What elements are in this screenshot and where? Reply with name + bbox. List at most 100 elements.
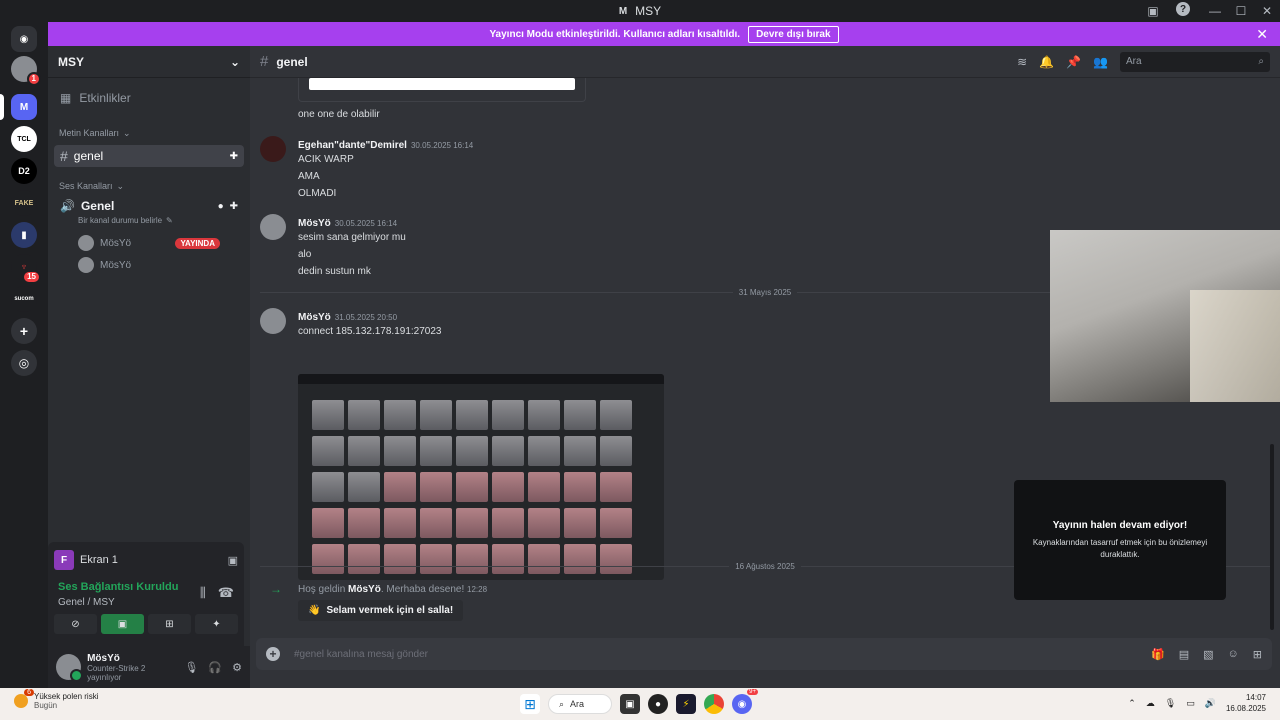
item-thumb <box>600 436 632 466</box>
task-view-icon[interactable]: ▣ <box>620 694 640 714</box>
bell-icon[interactable]: 🔔 <box>1039 55 1054 69</box>
add-server-icon[interactable]: + <box>11 318 37 344</box>
weather-widget[interactable]: 6 Yüksek polen riski Bugün <box>14 689 98 710</box>
avatar[interactable] <box>260 136 286 162</box>
message-author[interactable]: Egehan"dante"Demirel <box>298 140 407 151</box>
voice-status[interactable]: Bir kanal durumu belirle ✎ <box>48 216 250 225</box>
message-timestamp: 30.05.2025 16:14 <box>410 141 474 150</box>
network-icon[interactable]: ▭ <box>1186 698 1195 709</box>
stream-paused-heading: Yayının halen devam ediyor! <box>1052 519 1188 531</box>
avatar[interactable] <box>260 214 286 240</box>
activity-button[interactable]: ⊞ <box>148 614 191 634</box>
server-icon-sucom[interactable]: sucom <box>11 286 37 312</box>
item-thumb <box>348 472 380 502</box>
stream-paused-overlay[interactable]: Yayının halen devam ediyor! Kaynaklarınd… <box>1014 480 1226 600</box>
microphone-icon[interactable]: 🎙 <box>184 661 198 674</box>
chrome-icon[interactable] <box>704 694 724 714</box>
gear-icon[interactable]: ⚙ <box>232 661 242 674</box>
item-thumb <box>492 400 524 430</box>
discord-home-icon[interactable]: ◉ <box>11 26 37 52</box>
inbox-icon[interactable]: ▣ <box>1144 2 1162 20</box>
channel-title: genel <box>276 54 308 69</box>
add-member-icon[interactable]: ✚ <box>230 151 238 162</box>
mic-tray-icon[interactable]: 🎙 <box>1165 698 1176 709</box>
discord-taskbar-icon[interactable]: ◉ 9+ <box>732 689 758 714</box>
server-icon-1[interactable]: 1 <box>11 56 41 86</box>
wave-button[interactable]: 👋 Selam vermek için el salla! <box>298 600 464 621</box>
scrollbar[interactable] <box>1270 444 1274 630</box>
server-header[interactable]: MSY ⌄ <box>48 46 250 78</box>
message-author[interactable]: MösYö <box>298 312 331 323</box>
help-icon[interactable]: ? <box>1176 2 1190 16</box>
message-text: alo <box>298 249 312 260</box>
server-icon-tardis[interactable]: ▮ <box>11 222 37 248</box>
headphones-icon[interactable]: 🎧 <box>208 661 222 674</box>
disable-streamer-mode-button[interactable]: Devre dışı bırak <box>748 25 839 43</box>
banner-close-icon[interactable]: ✕ <box>1256 26 1268 43</box>
apps-icon[interactable]: ⊞ <box>1253 648 1262 661</box>
clock[interactable]: 14:07 16.08.2025 <box>1226 692 1266 714</box>
avatar[interactable] <box>260 308 286 334</box>
message-author[interactable]: MösYö <box>298 218 331 229</box>
volume-icon[interactable]: 🔊 <box>1205 698 1216 709</box>
server-icon-tcl[interactable]: TCL <box>11 126 37 152</box>
voice-connected-text[interactable]: Ses Bağlantısı Kuruldu <box>58 581 178 593</box>
item-thumb <box>420 436 452 466</box>
maximize-button[interactable]: ☐ <box>1228 4 1254 18</box>
item-thumb <box>348 436 380 466</box>
join-arrow-icon: → <box>270 582 282 596</box>
welcome-username[interactable]: MösYö <box>348 584 381 595</box>
events-item[interactable]: ▦ Etkinlikler <box>48 78 250 118</box>
taskbar-search[interactable]: ⌕ Ara <box>548 694 612 714</box>
close-window-button[interactable]: ✕ <box>1254 4 1280 18</box>
soundboard-button[interactable]: ✦ <box>195 614 238 634</box>
noise-suppression-icon[interactable]: ⫼ <box>200 585 206 601</box>
chevron-up-icon[interactable]: ⌃ <box>1128 698 1136 709</box>
cloud-icon[interactable]: ☁ <box>1146 698 1155 709</box>
channel-item-genel[interactable]: # genel ✚ <box>54 145 244 167</box>
windows-start-icon[interactable]: ⊞ <box>520 694 540 714</box>
voice-user[interactable]: MösYö YAYINDA <box>48 233 250 253</box>
search-input[interactable]: Ara ⌕ <box>1120 51 1270 72</box>
calendar-icon: ▦ <box>60 91 72 105</box>
message-text: one one de olabilir <box>298 109 380 120</box>
stop-stream-icon[interactable]: ▣ <box>228 554 238 567</box>
add-attachment-icon[interactable]: + <box>266 647 280 661</box>
server-icon-horns[interactable]: ♆ 15 <box>11 254 41 284</box>
camera-off-button[interactable]: ⊘ <box>54 614 97 634</box>
avatar[interactable] <box>56 654 84 682</box>
emoji-icon[interactable]: ☺ <box>1228 648 1239 661</box>
avatar <box>78 257 94 273</box>
voice-channel-genel[interactable]: 🔊 Genel ● ✚ <box>48 196 250 216</box>
server-icon-fake[interactable]: FAKE <box>11 190 37 216</box>
text-category[interactable]: Metin Kanalları ⌄ <box>48 128 250 139</box>
disconnect-icon[interactable]: ☎ <box>218 585 234 601</box>
voice-category[interactable]: Ses Kanalları ⌄ <box>48 181 250 192</box>
add-member-icon[interactable]: ✚ <box>230 201 238 212</box>
item-thumb <box>528 400 560 430</box>
steam-icon[interactable]: ● <box>648 694 668 714</box>
item-thumb <box>456 472 488 502</box>
threads-icon[interactable]: ≋ <box>1017 55 1027 69</box>
server-name: MSY <box>58 54 85 69</box>
message-composer[interactable]: + #genel kanalına mesaj gönder 🎁 ▤ ▧ ☺ ⊞ <box>256 638 1272 670</box>
camera-preview[interactable] <box>1050 230 1280 402</box>
item-thumb <box>384 508 416 538</box>
chat-icon[interactable]: ● <box>218 201 224 212</box>
server-icon-msy[interactable]: M <box>11 94 37 120</box>
voice-user[interactable]: MösYö <box>48 255 250 275</box>
sticker-icon[interactable]: ▧ <box>1203 648 1213 661</box>
app-icon[interactable]: ⚡ <box>676 694 696 714</box>
discover-icon[interactable]: ◎ <box>11 350 37 376</box>
minimize-button[interactable]: — <box>1202 4 1228 18</box>
gif-icon[interactable]: ▤ <box>1179 648 1189 661</box>
composer-placeholder: #genel kanalına mesaj gönder <box>294 648 428 660</box>
screen-share-button[interactable]: ▣ <box>101 614 144 634</box>
image-attachment[interactable] <box>298 374 664 580</box>
pin-icon[interactable]: 📌 <box>1066 55 1081 69</box>
server-icon-d2[interactable]: D2 <box>11 158 37 184</box>
window-title-text: MSY <box>635 4 662 18</box>
members-icon[interactable]: 👥 <box>1093 55 1108 69</box>
gift-icon[interactable]: 🎁 <box>1151 648 1165 661</box>
system-message: → Hoş geldin MösYö. Merhaba desene! 12:2… <box>270 582 487 596</box>
